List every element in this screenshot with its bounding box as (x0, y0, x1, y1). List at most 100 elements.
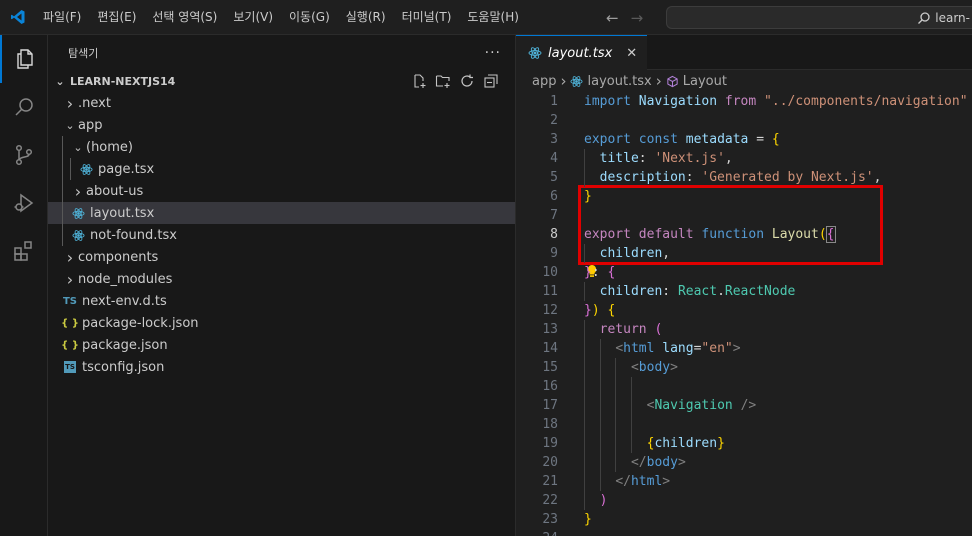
forward-arrow-icon[interactable]: → (631, 9, 644, 27)
code-line: 7 (516, 206, 972, 225)
tree-item[interactable]: › about-us (48, 180, 515, 202)
code-line: 19 {children} (516, 434, 972, 453)
project-folder-header[interactable]: ⌄ LEARN-NEXTJS14 (48, 70, 515, 92)
menu-item[interactable]: 이동(G) (281, 0, 338, 35)
code-line: 12}) { (516, 301, 972, 320)
code-line: 5 description: 'Generated by Next.js', (516, 168, 972, 187)
menu-item[interactable]: 파일(F) (35, 0, 89, 35)
editor-area: layout.tsx ✕ app › layout.tsx › Layout 1 impo… (516, 35, 972, 536)
line-number: 12 (542, 303, 558, 318)
run-debug-icon[interactable] (0, 179, 48, 227)
line-number: 6 (550, 189, 558, 204)
tsconfig-file-icon: TS (64, 361, 76, 373)
tab-layout-tsx[interactable]: layout.tsx ✕ (516, 35, 648, 70)
tree-item[interactable]: not-found.tsx (48, 224, 515, 246)
code-text: ) (599, 493, 608, 508)
sidebar-header: 탐색기 ··· (48, 35, 515, 70)
menu-item[interactable]: 도움말(H) (459, 0, 527, 35)
menu-item[interactable]: 실행(R) (338, 0, 394, 35)
breadcrumb-item[interactable]: layout.tsx (587, 74, 651, 89)
code-text: } (584, 189, 592, 204)
tree-item[interactable]: page.tsx (48, 158, 515, 180)
code-line: 11 children: React.ReactNode (516, 282, 972, 301)
line-number: 19 (542, 436, 558, 451)
tree-item-label: about-us (86, 183, 144, 199)
line-number: 9 (550, 246, 558, 261)
code-line: 10}: { (516, 263, 972, 282)
code-text: </body> (630, 455, 686, 470)
code-line: 24 (516, 529, 972, 536)
code-text: {children} (646, 436, 725, 451)
tree-item[interactable]: TS tsconfig.json (48, 356, 515, 378)
line-number: 16 (542, 379, 558, 394)
tree-item[interactable]: ⌄ app (48, 114, 515, 136)
tree-item-label: package.json (82, 337, 168, 353)
react-file-icon (78, 161, 94, 177)
menu-item[interactable]: 선택 영역(S) (144, 0, 225, 35)
new-file-icon[interactable] (411, 73, 427, 89)
breadcrumb: app › layout.tsx › Layout (516, 70, 972, 92)
code-text: </html> (615, 474, 671, 489)
sidebar-title: 탐색기 (68, 46, 99, 60)
tree-item[interactable]: layout.tsx (48, 202, 515, 224)
typescript-file-icon: TS (62, 295, 78, 307)
line-number: 17 (542, 398, 558, 413)
tree-item[interactable]: { } package-lock.json (48, 312, 515, 334)
code-text: export const metadata = { (584, 132, 780, 147)
more-actions-icon[interactable]: ··· (485, 45, 501, 61)
code-text: } (584, 512, 592, 527)
line-number: 8 (550, 227, 558, 242)
tree-item[interactable]: { } package.json (48, 334, 515, 356)
tree-item[interactable]: ⌄ (home) (48, 136, 515, 158)
menu-item[interactable]: 보기(V) (225, 0, 281, 35)
chevron-down-icon: ⌄ (55, 74, 65, 88)
explorer-icon[interactable] (0, 35, 48, 83)
code-line: 14 <html lang="en"> (516, 339, 972, 358)
tree-item[interactable]: › components (48, 246, 515, 268)
nav-arrows: ← → (606, 0, 643, 35)
refresh-icon[interactable] (459, 73, 475, 89)
code-line: 16 (516, 377, 972, 396)
code-text: <body> (630, 360, 678, 375)
code-text: import Navigation from "../components/na… (584, 94, 968, 109)
tree-item-label: node_modules (78, 271, 173, 287)
tab-label: layout.tsx (548, 45, 613, 61)
code-line: 23} (516, 510, 972, 529)
vscode-logo-icon (0, 0, 35, 35)
line-number: 11 (542, 284, 558, 299)
chevron-down-icon: ⌄ (65, 118, 75, 132)
tree-item[interactable]: › node_modules (48, 268, 515, 290)
line-number: 21 (542, 474, 558, 489)
menu-item[interactable]: 터미널(T) (394, 0, 460, 35)
code-text: description: 'Generated by Next.js', (599, 170, 882, 185)
line-number: 3 (550, 132, 558, 147)
extensions-icon[interactable] (0, 227, 48, 275)
react-file-icon (570, 75, 583, 88)
json-file-icon: { } (61, 339, 79, 351)
source-control-icon[interactable] (0, 131, 48, 179)
back-arrow-icon[interactable]: ← (606, 9, 619, 27)
project-name: LEARN-NEXTJS14 (70, 74, 176, 88)
tree-item[interactable]: › .next (48, 92, 515, 114)
command-center-search[interactable]: learn- (666, 6, 972, 29)
tree-item-label: layout.tsx (90, 205, 155, 221)
chevron-right-icon: › (560, 72, 567, 90)
close-icon[interactable]: ✕ (626, 46, 637, 61)
search-icon[interactable] (0, 83, 48, 131)
line-number: 1 (550, 94, 558, 109)
collapse-all-icon[interactable] (483, 73, 499, 89)
line-number: 10 (542, 265, 558, 280)
breadcrumb-item[interactable]: app (532, 74, 556, 89)
menu-item[interactable]: 편집(E) (89, 0, 144, 35)
line-number: 15 (542, 360, 558, 375)
code-line: 17 <Navigation /> (516, 396, 972, 415)
menu-bar: 파일(F) 편집(E) 선택 영역(S) 보기(V) 이동(G) 실행(R) 터미널(T) 도… (35, 0, 527, 35)
tree-item[interactable]: TS next-env.d.ts (48, 290, 515, 312)
tree-item-label: (home) (86, 139, 133, 155)
breadcrumb-item[interactable]: Layout (683, 74, 727, 89)
new-folder-icon[interactable] (435, 73, 451, 89)
explorer-sidebar: 탐색기 ··· ⌄ LEARN-NEXTJS14 › .next ⌄ app ⌄ (hom… (48, 35, 516, 536)
tree-item-label: page.tsx (98, 161, 155, 177)
code-editor[interactable]: 1 import Navigation from "../components/n… (516, 92, 972, 536)
search-icon (918, 11, 930, 24)
